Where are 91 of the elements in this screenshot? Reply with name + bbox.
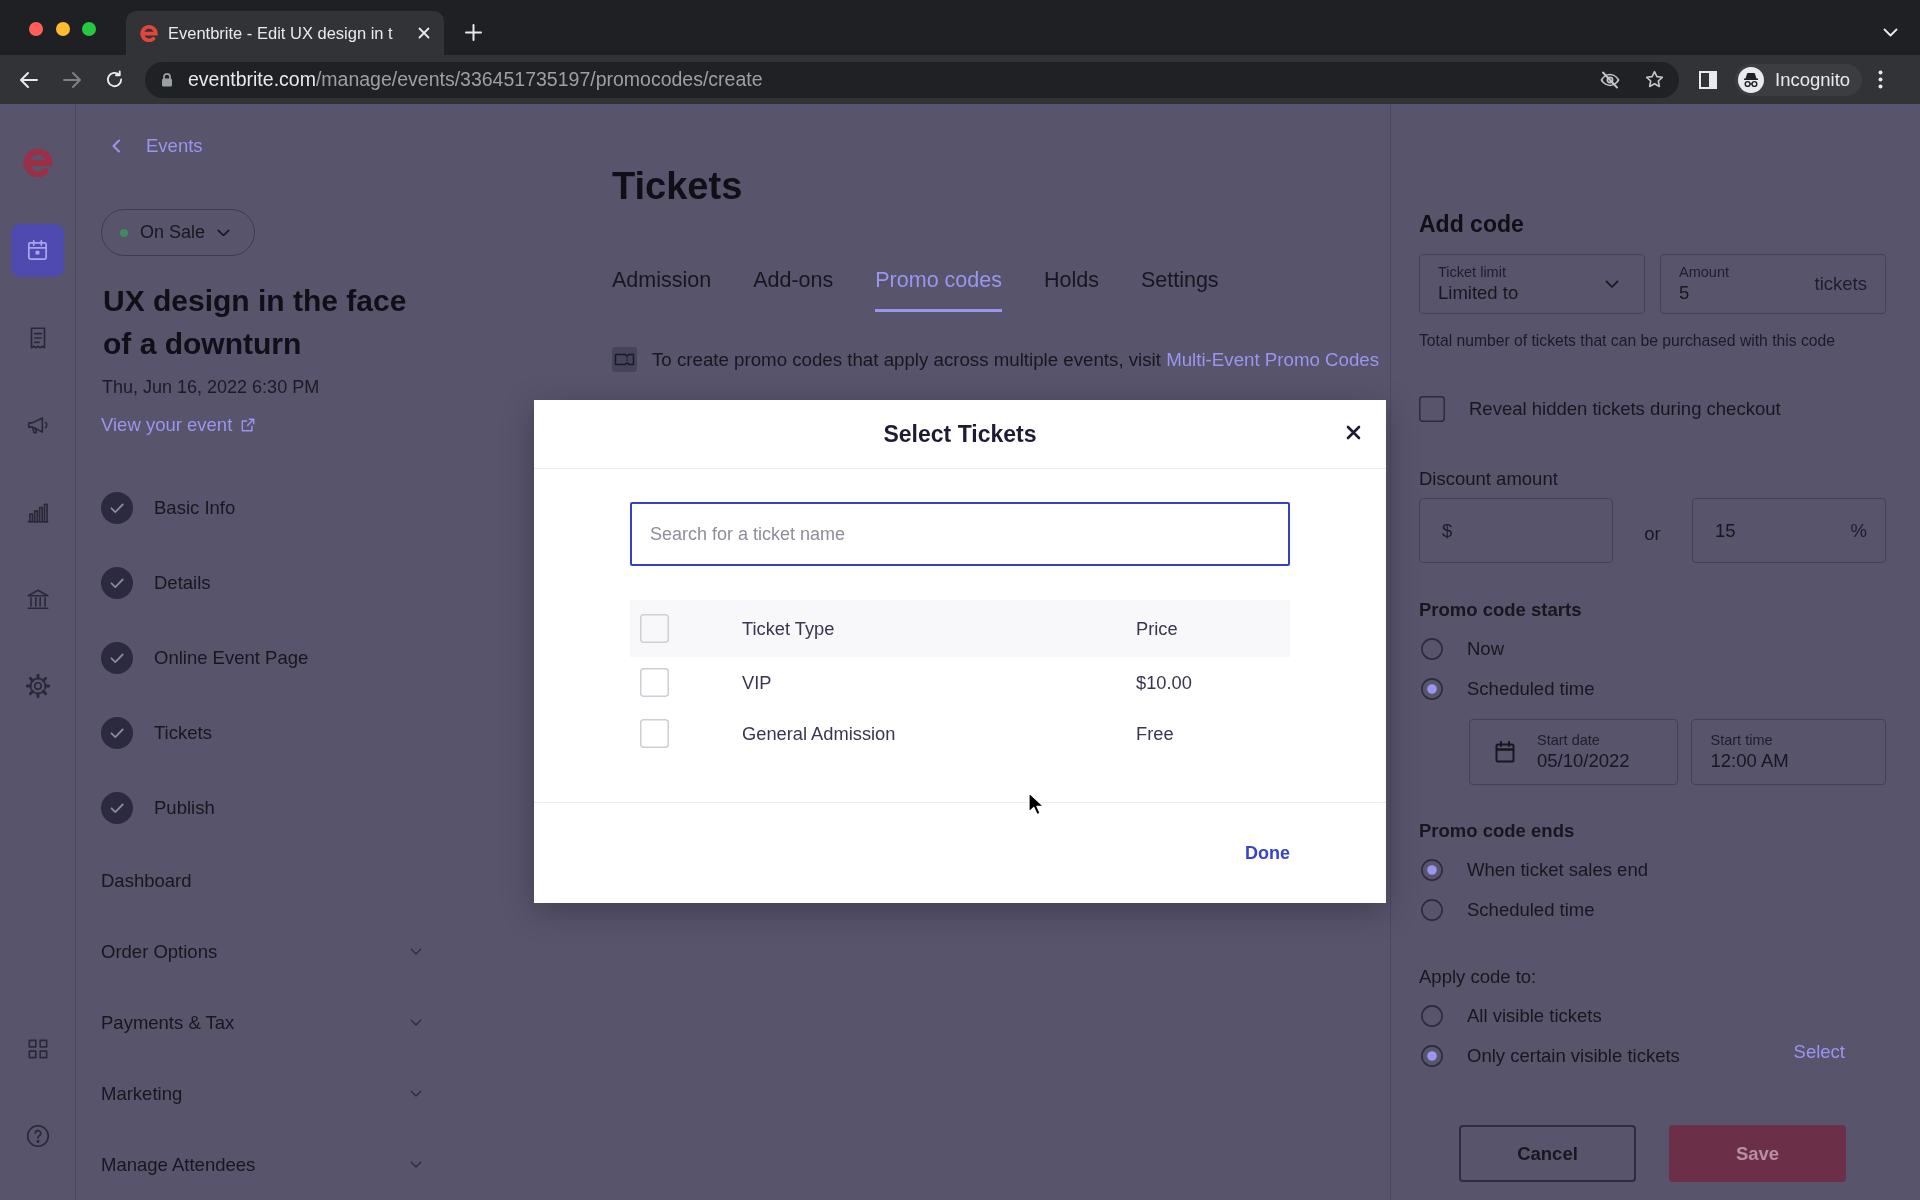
bookmark-star-icon[interactable]: [1645, 70, 1664, 89]
favicon-icon: [140, 24, 158, 42]
chevron-down-icon: [217, 228, 231, 237]
nav-section-link[interactable]: Order Options: [101, 941, 218, 963]
settings-icon[interactable]: [24, 672, 51, 699]
radio-label: Now: [1467, 638, 1504, 660]
section-label: Apply code to:: [1419, 966, 1538, 988]
table-cell-text: $10.00: [1136, 671, 1193, 694]
close-icon[interactable]: [1346, 424, 1361, 440]
radio-label: Only certain visible tickets: [1467, 1045, 1680, 1067]
radio-button[interactable]: [1421, 1045, 1443, 1067]
promo-codes-link[interactable]: Multi-Event Promo Codes: [1166, 348, 1380, 370]
start-date-field[interactable]: Start date 05/10/2022: [1469, 719, 1679, 785]
tab-list-chevron-icon: [1883, 28, 1898, 37]
tab[interactable]: Add-ons: [753, 268, 834, 312]
cancel-button[interactable]: Cancel: [1459, 1125, 1636, 1182]
table-cell-text: General Admission: [742, 722, 897, 745]
select-link[interactable]: Select: [1793, 1041, 1845, 1063]
step-link[interactable]: Online Event Page: [154, 647, 309, 669]
reload-icon[interactable]: [105, 70, 124, 89]
nav-section-link[interactable]: Manage Attendees: [101, 1153, 256, 1176]
help-icon[interactable]: [24, 1123, 51, 1149]
search-field[interactable]: Search for a ticket name: [630, 502, 1290, 566]
calendar-icon: [1495, 741, 1515, 763]
nav-section-link[interactable]: Payments & Tax: [101, 1012, 235, 1034]
tab[interactable]: Settings: [1140, 268, 1219, 312]
tab[interactable]: Promo codes: [875, 268, 1002, 312]
radio-button[interactable]: [1421, 1005, 1443, 1027]
window-minimize-icon[interactable]: [55, 21, 70, 36]
mouse-pointer-icon: [1028, 792, 1044, 816]
eye-slash-icon[interactable]: [1600, 70, 1620, 89]
profile-button[interactable]: Incognito: [1735, 63, 1863, 96]
more-menu-icon[interactable]: [1878, 70, 1884, 89]
window-close-icon[interactable]: [29, 21, 43, 36]
event-date: Thu, Jun 16, 2022 6:30 PM: [102, 376, 321, 398]
table-cell-text: VIP: [742, 671, 773, 694]
section-label: Promo code ends: [1419, 820, 1576, 842]
side-panel-icon[interactable]: [1699, 70, 1717, 89]
start-time-field[interactable]: Start time 12:00 AM: [1691, 719, 1886, 785]
radio-label: When ticket sales end: [1467, 859, 1648, 881]
radio-button[interactable]: [1421, 678, 1443, 700]
ticket-limit-select[interactable]: Ticket limit Limited to: [1419, 254, 1645, 314]
status-dot-icon: [120, 228, 128, 237]
window-zoom-icon[interactable]: [82, 21, 96, 36]
address-bar[interactable]: eventbrite.com/manage/events/336451735197/promocodes/create: [145, 61, 1679, 98]
page-title: Tickets: [612, 164, 744, 209]
discount-amount-field[interactable]: $: [1419, 498, 1613, 563]
done-button[interactable]: Done: [1245, 842, 1290, 864]
save-button[interactable]: Save: [1669, 1125, 1846, 1182]
step-link[interactable]: Tickets: [154, 722, 212, 744]
radio-label: Scheduled time: [1467, 678, 1595, 700]
table-cell-text: Free: [1136, 722, 1175, 745]
section-label: Discount amount: [1419, 468, 1559, 490]
ticket-icon: [612, 347, 637, 372]
section-label: Promo code starts: [1419, 599, 1583, 621]
browser-tab[interactable]: Eventbrite - Edit UX design in t: [126, 11, 444, 55]
chevron-left-icon: [111, 139, 121, 153]
checkbox[interactable]: [1419, 396, 1445, 422]
nav-section-link[interactable]: Dashboard: [101, 870, 192, 892]
lock-icon: [161, 72, 173, 87]
view-event-link[interactable]: View your event: [101, 414, 256, 436]
column-header: Price: [1136, 617, 1179, 640]
radio-label: All visible tickets: [1467, 1005, 1602, 1027]
modal-title: Select Tickets: [883, 420, 1037, 448]
discount-percent-field[interactable]: 15 %: [1692, 498, 1886, 563]
back-arrow-icon[interactable]: [19, 70, 39, 89]
back-link[interactable]: Events: [111, 134, 203, 158]
calendar-icon[interactable]: [11, 224, 64, 277]
tab[interactable]: Holds: [1043, 268, 1099, 312]
new-tab-plus-icon[interactable]: [465, 24, 482, 41]
amount-field[interactable]: Amount 5 tickets: [1660, 254, 1886, 314]
notice-text: To create promo codes that apply across multiple events, visit Multi-Event Promo Codes: [652, 347, 1380, 372]
step-link[interactable]: Basic Info: [154, 497, 236, 519]
chevron-down-icon: [1605, 279, 1619, 289]
external-link-icon: [241, 418, 256, 432]
radio-button[interactable]: [1421, 859, 1443, 881]
separator-text: or: [1643, 522, 1662, 545]
incognito-icon: [1738, 66, 1764, 93]
radio-label: Scheduled time: [1467, 899, 1595, 921]
step-link[interactable]: Publish: [154, 797, 215, 819]
step-link[interactable]: Details: [154, 572, 211, 594]
checkbox-label: Reveal hidden tickets during checkout: [1469, 398, 1781, 420]
nav-section-link[interactable]: Marketing: [101, 1083, 183, 1105]
radio-button[interactable]: [1421, 638, 1443, 660]
column-header: Ticket Type: [742, 617, 836, 640]
forward-arrow-icon[interactable]: [62, 70, 82, 89]
event-title: UX design in the face of a downturn: [103, 282, 408, 362]
radio-button[interactable]: [1421, 899, 1443, 921]
help-text: Total number of tickets that can be purchased with this code: [1419, 331, 1836, 351]
tab[interactable]: Admission: [612, 268, 712, 312]
panel-title: Add code: [1419, 209, 1525, 239]
